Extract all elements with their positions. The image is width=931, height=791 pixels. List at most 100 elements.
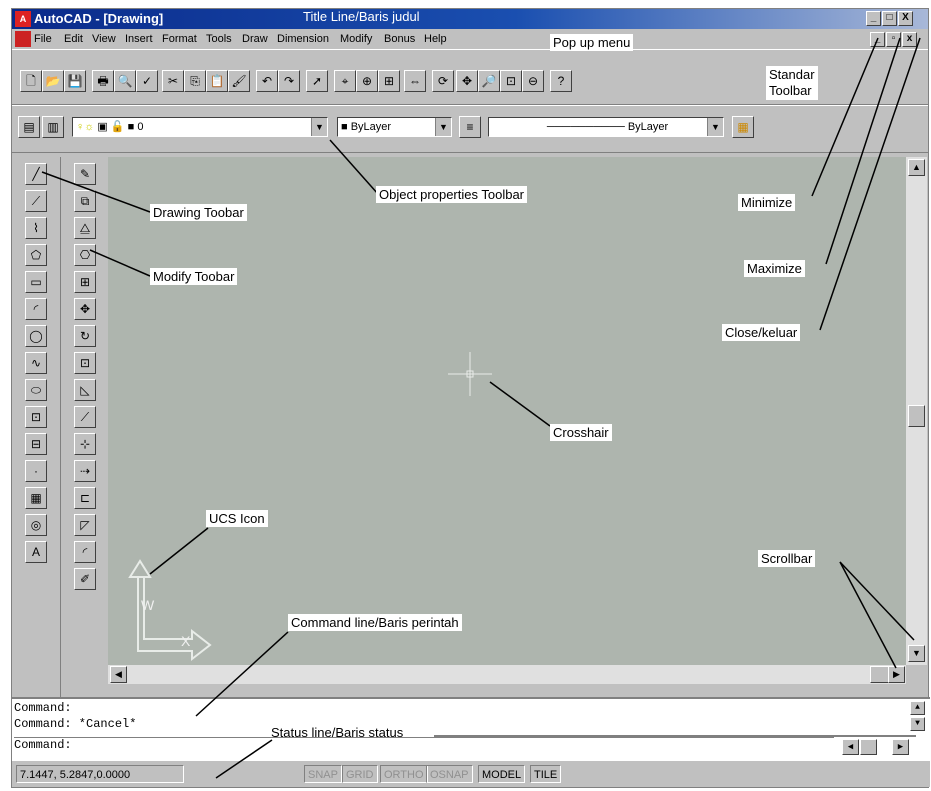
cmd-scroll-thumb[interactable] [860, 739, 877, 755]
spell-icon[interactable]: ✓ [136, 70, 158, 92]
command-input[interactable]: Command: [14, 737, 834, 752]
grid-toggle[interactable]: GRID [342, 765, 378, 783]
matchprop-icon[interactable]: 🖌 [228, 70, 250, 92]
doc-minimize-button[interactable]: _ [870, 32, 885, 47]
save-icon[interactable]: 💾 [64, 70, 86, 92]
point-icon[interactable]: · [25, 460, 47, 482]
menu-tools[interactable]: Tools [206, 33, 232, 45]
snap-icon[interactable]: ⌖ [334, 70, 356, 92]
pan-icon[interactable]: ✥ [456, 70, 478, 92]
print-icon[interactable]: 🖶 [92, 70, 114, 92]
command-window[interactable]: Command: Command: *Cancel* Command: ▲ ▼ … [12, 697, 930, 761]
copy-icon[interactable]: ⎘ [184, 70, 206, 92]
doc-restore-button[interactable]: ▫ [886, 32, 901, 47]
offset-icon[interactable]: ⎔ [74, 244, 96, 266]
tracking-icon[interactable]: ⊕ [356, 70, 378, 92]
copy-object-icon[interactable]: ⧉ [74, 190, 96, 212]
fillet-icon[interactable]: ◜ [74, 541, 96, 563]
open-icon[interactable]: 📂 [42, 70, 64, 92]
ellipse-icon[interactable]: ⬭ [25, 379, 47, 401]
extend-icon[interactable]: ⇢ [74, 460, 96, 482]
scroll-thumb-horizontal[interactable] [870, 666, 890, 683]
new-icon[interactable]: 🗋 [20, 70, 42, 92]
menu-dimension[interactable]: Dimension [277, 33, 329, 45]
menu-view[interactable]: View [92, 33, 116, 45]
ucs-icon[interactable]: ⊞ [378, 70, 400, 92]
help-icon[interactable]: ? [550, 70, 572, 92]
explode-icon[interactable]: ✐ [74, 568, 96, 590]
zoom-window-icon[interactable]: ⊡ [500, 70, 522, 92]
scroll-down-icon[interactable]: ▼ [908, 645, 925, 662]
circle-icon[interactable]: ◯ [25, 325, 47, 347]
line-icon[interactable]: ╱ [25, 163, 47, 185]
stretch-icon[interactable]: ◺ [74, 379, 96, 401]
make-block-icon[interactable]: ⊟ [25, 433, 47, 455]
redo-icon[interactable]: ↷ [278, 70, 300, 92]
menu-format[interactable]: Format [162, 33, 197, 45]
dist-icon[interactable]: ⇔ [404, 70, 426, 92]
erase-icon[interactable]: ✎ [74, 163, 96, 185]
cmd-scroll-right-icon[interactable]: ▶ [892, 739, 909, 755]
undo-icon[interactable]: ↶ [256, 70, 278, 92]
menu-draw[interactable]: Draw [242, 33, 268, 45]
menu-insert[interactable]: Insert [125, 33, 153, 45]
scroll-left-icon[interactable]: ◀ [110, 666, 127, 683]
menu-help[interactable]: Help [424, 33, 447, 45]
lengthen-icon[interactable]: ⟋ [74, 406, 96, 428]
chamfer-icon[interactable]: ◸ [74, 514, 96, 536]
menu-file[interactable]: File [34, 33, 52, 45]
preview-icon[interactable]: 🔍 [114, 70, 136, 92]
spline-icon[interactable]: ∿ [25, 352, 47, 374]
chevron-down-icon[interactable]: ▼ [311, 118, 327, 136]
model-toggle[interactable]: MODEL [478, 765, 526, 783]
polygon-icon[interactable]: ⬠ [25, 244, 47, 266]
rotate-icon[interactable]: ↻ [74, 325, 96, 347]
move-icon[interactable]: ✥ [74, 298, 96, 320]
scroll-up-icon[interactable]: ▲ [908, 159, 925, 176]
horizontal-scrollbar[interactable]: ◀ ▶ [108, 665, 906, 684]
layer-manager-icon[interactable]: ▤ [18, 116, 40, 138]
zoom-realtime-icon[interactable]: 🔎 [478, 70, 500, 92]
drawing-area[interactable]: W X [108, 157, 906, 665]
chevron-down-icon[interactable]: ▼ [435, 118, 451, 136]
cmd-scroll-left-icon[interactable]: ◀ [842, 739, 859, 755]
text-icon[interactable]: A [25, 541, 47, 563]
scale-icon[interactable]: ⊡ [74, 352, 96, 374]
snap-toggle[interactable]: SNAP [304, 765, 342, 783]
array-icon[interactable]: ⊞ [74, 271, 96, 293]
scroll-right-icon[interactable]: ▶ [888, 666, 905, 683]
zoom-previous-icon[interactable]: ⊖ [522, 70, 544, 92]
scroll-thumb-vertical[interactable] [908, 405, 925, 427]
chevron-down-icon[interactable]: ▼ [707, 118, 723, 136]
menu-edit[interactable]: Edit [64, 33, 83, 45]
mirror-icon[interactable]: ⧋ [74, 217, 96, 239]
maximize-button[interactable]: □ [882, 11, 897, 26]
color-select[interactable]: ■ ByLayer ▼ [337, 117, 452, 137]
menu-bonus[interactable]: Bonus [384, 33, 415, 45]
paste-icon[interactable]: 📋 [206, 70, 228, 92]
layer-previous-icon[interactable]: ▥ [42, 116, 64, 138]
arc-icon[interactable]: ◜ [25, 298, 47, 320]
minimize-button[interactable]: _ [866, 11, 881, 26]
linetype-select[interactable]: ────────── ByLayer ▼ [488, 117, 724, 137]
layer-select[interactable]: ♀☼ ▣ 🔓 ■ 0 ▼ [72, 117, 328, 137]
region-icon[interactable]: ◎ [25, 514, 47, 536]
menu-modify[interactable]: Modify [340, 33, 372, 45]
linetype-manager-icon[interactable]: ≡ [459, 116, 481, 138]
hatch-icon[interactable]: ▦ [25, 487, 47, 509]
vertical-scrollbar[interactable]: ▲ ▼ [906, 157, 927, 665]
redraw-icon[interactable]: ⟳ [432, 70, 454, 92]
trim-icon[interactable]: ⊹ [74, 433, 96, 455]
insert-block-icon[interactable]: ⊡ [25, 406, 47, 428]
cmd-scroll-up-icon[interactable]: ▲ [910, 701, 925, 715]
construction-line-icon[interactable]: ⟋ [25, 190, 47, 212]
polyline-icon[interactable]: ⌇ [25, 217, 47, 239]
rectangle-icon[interactable]: ▭ [25, 271, 47, 293]
osnap-toggle[interactable]: OSNAP [426, 765, 473, 783]
ortho-toggle[interactable]: ORTHO [380, 765, 428, 783]
launch-icon[interactable]: ➚ [306, 70, 328, 92]
tile-toggle[interactable]: TILE [530, 765, 562, 783]
properties-icon[interactable]: ▦ [732, 116, 754, 138]
document-icon[interactable] [15, 31, 31, 47]
cut-icon[interactable]: ✂ [162, 70, 184, 92]
